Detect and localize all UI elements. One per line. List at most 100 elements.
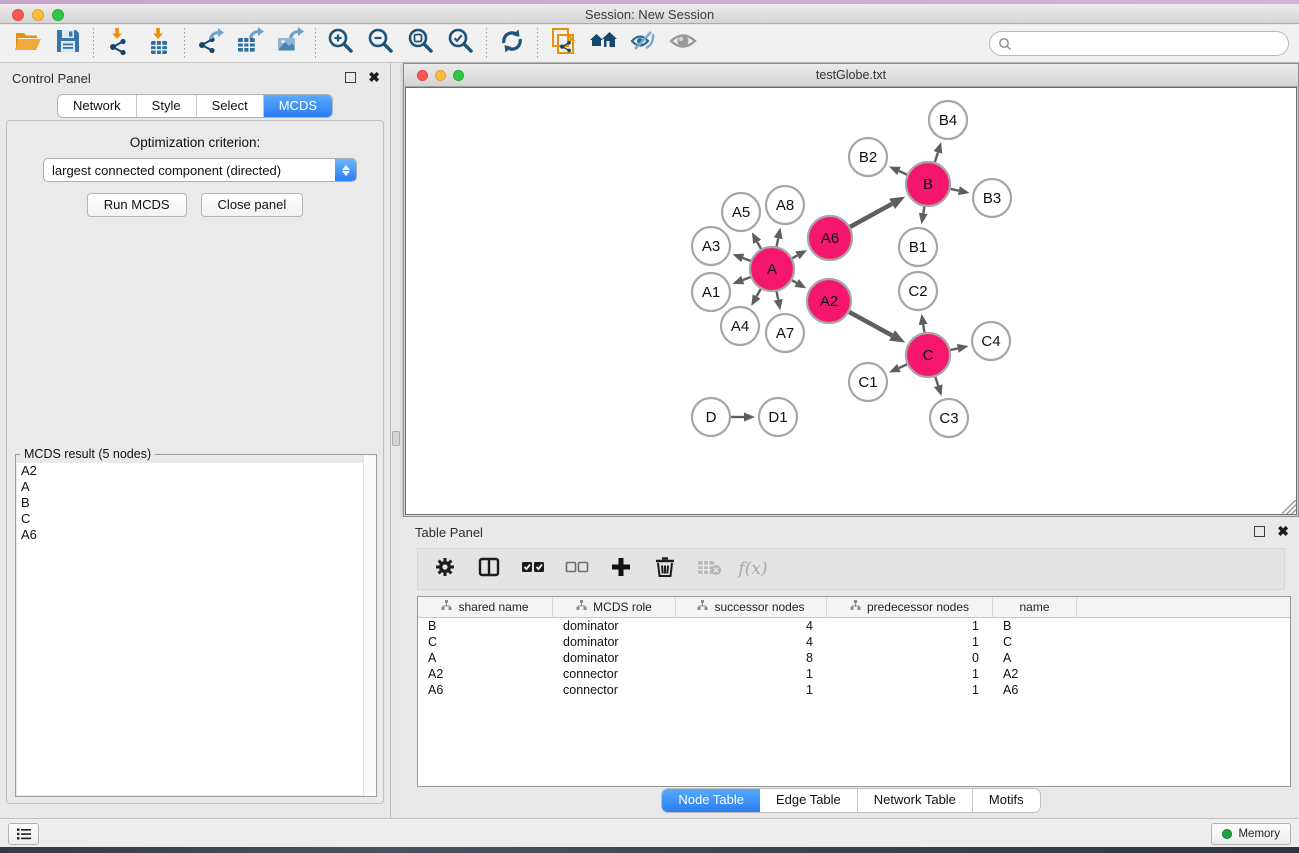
search-input[interactable] bbox=[1012, 34, 1288, 54]
hide-graphics-details-button[interactable] bbox=[623, 27, 663, 61]
table-cell[interactable]: A6 bbox=[418, 682, 553, 698]
deselect-all-button[interactable] bbox=[560, 552, 594, 586]
edge-B-B1[interactable] bbox=[923, 207, 924, 214]
graph-node-B3[interactable]: B3 bbox=[973, 179, 1011, 217]
edge-A-A4[interactable] bbox=[757, 289, 761, 296]
result-list-item[interactable]: B bbox=[17, 495, 375, 511]
float-table-panel-icon[interactable] bbox=[1254, 526, 1265, 537]
graph-node-B4[interactable]: B4 bbox=[929, 101, 967, 139]
column-header-name[interactable]: name bbox=[993, 597, 1077, 617]
tab-network[interactable]: Network bbox=[58, 95, 137, 117]
edge-C-C4[interactable] bbox=[951, 348, 958, 350]
graph-node-A1[interactable]: A1 bbox=[692, 273, 730, 311]
edge-A-A6[interactable] bbox=[792, 255, 797, 258]
graph-node-C3[interactable]: C3 bbox=[930, 399, 968, 437]
window-resize-grip[interactable] bbox=[1282, 500, 1297, 515]
search-box[interactable] bbox=[989, 31, 1289, 56]
import-network-button[interactable] bbox=[99, 27, 139, 61]
graph-node-B[interactable]: B bbox=[906, 162, 950, 206]
table-cell[interactable]: C bbox=[993, 634, 1077, 650]
table-row[interactable]: A6connector11A6 bbox=[418, 682, 1290, 698]
table-cell[interactable]: 1 bbox=[676, 666, 827, 682]
node-table[interactable]: shared nameMCDS rolesuccessor nodesprede… bbox=[417, 596, 1291, 787]
table-cell[interactable]: 1 bbox=[827, 634, 993, 650]
zoom-selected-button[interactable] bbox=[441, 27, 481, 61]
float-panel-icon[interactable] bbox=[345, 72, 356, 83]
table-cell[interactable]: dominator bbox=[553, 618, 676, 634]
zoom-out-button[interactable] bbox=[361, 27, 401, 61]
tab-select[interactable]: Select bbox=[197, 95, 264, 117]
graph-node-B2[interactable]: B2 bbox=[849, 138, 887, 176]
tab-network-table[interactable]: Network Table bbox=[858, 789, 973, 812]
close-table-panel-icon[interactable]: ✖ bbox=[1277, 526, 1289, 537]
graph-node-A3[interactable]: A3 bbox=[692, 227, 730, 265]
run-mcds-button[interactable]: Run MCDS bbox=[87, 193, 187, 217]
table-cell[interactable]: 0 bbox=[827, 650, 993, 666]
result-list-scrollbar[interactable] bbox=[363, 455, 376, 796]
table-cell[interactable]: 1 bbox=[827, 682, 993, 698]
table-settings-button[interactable] bbox=[428, 552, 462, 586]
table-cell[interactable]: A bbox=[993, 650, 1077, 666]
edge-A-A3[interactable] bbox=[743, 258, 751, 261]
refresh-layout-button[interactable] bbox=[492, 27, 532, 61]
edge-A6-B[interactable] bbox=[850, 204, 892, 227]
table-cell[interactable]: A bbox=[418, 650, 553, 666]
table-cell[interactable]: B bbox=[418, 618, 553, 634]
export-image-button[interactable] bbox=[270, 27, 310, 61]
edge-A-A5[interactable] bbox=[757, 242, 761, 249]
graph-node-A6[interactable]: A6 bbox=[808, 216, 852, 260]
table-cell[interactable]: connector bbox=[553, 682, 676, 698]
select-all-button[interactable] bbox=[516, 552, 550, 586]
table-row[interactable]: Adominator80A bbox=[418, 650, 1290, 666]
memory-button[interactable]: Memory bbox=[1211, 823, 1291, 845]
import-table-button[interactable] bbox=[139, 27, 179, 61]
graph-node-B1[interactable]: B1 bbox=[899, 228, 937, 266]
edge-A2-C[interactable] bbox=[849, 312, 892, 335]
table-cell[interactable]: B bbox=[993, 618, 1077, 634]
tab-motifs[interactable]: Motifs bbox=[973, 789, 1040, 812]
table-cell[interactable]: C bbox=[418, 634, 553, 650]
table-row[interactable]: Cdominator41C bbox=[418, 634, 1290, 650]
table-cell[interactable]: 1 bbox=[827, 666, 993, 682]
table-row[interactable]: A2connector11A2 bbox=[418, 666, 1290, 682]
tab-node-table[interactable]: Node Table bbox=[662, 789, 760, 812]
table-cell[interactable]: A6 bbox=[993, 682, 1077, 698]
network-canvas[interactable]: B4 B2 B B3 A8 A5 A6 A3 B1 A C2 A1 A2 bbox=[405, 87, 1297, 515]
tab-edge-table[interactable]: Edge Table bbox=[760, 789, 858, 812]
graph-node-C2[interactable]: C2 bbox=[899, 272, 937, 310]
table-cell[interactable]: A2 bbox=[993, 666, 1077, 682]
column-header-MCDS-role[interactable]: MCDS role bbox=[553, 597, 676, 617]
vertical-split-handle[interactable] bbox=[392, 431, 400, 446]
result-list-item[interactable]: A2 bbox=[17, 463, 375, 479]
result-list-item[interactable]: C bbox=[17, 511, 375, 527]
edge-B-B2[interactable] bbox=[899, 171, 907, 175]
split-view-button[interactable] bbox=[472, 552, 506, 586]
result-list-item[interactable]: A bbox=[17, 479, 375, 495]
column-header-shared-name[interactable]: shared name bbox=[418, 597, 553, 617]
network-view-window[interactable]: testGlobe.txt B4 B2 B B3 A8 A5 A6 A3 B1 bbox=[403, 63, 1299, 517]
first-neighbors-button[interactable] bbox=[583, 27, 623, 61]
table-cell[interactable]: connector bbox=[553, 666, 676, 682]
network-graph[interactable]: B4 B2 B B3 A8 A5 A6 A3 B1 A C2 A1 A2 bbox=[406, 88, 1298, 516]
edge-A-A2[interactable] bbox=[792, 280, 797, 283]
edge-B-B3[interactable] bbox=[951, 189, 959, 191]
column-header-predecessor-nodes[interactable]: predecessor nodes bbox=[827, 597, 993, 617]
mcds-result-list[interactable]: A2ABCA6 bbox=[17, 463, 375, 795]
zoom-fit-button[interactable] bbox=[401, 27, 441, 61]
save-session-button[interactable] bbox=[48, 27, 88, 61]
dropdown-stepper-icon[interactable] bbox=[335, 159, 356, 181]
graph-node-A8[interactable]: A8 bbox=[766, 186, 804, 224]
graph-node-A5[interactable]: A5 bbox=[722, 193, 760, 231]
table-cell[interactable]: dominator bbox=[553, 650, 676, 666]
table-cell[interactable]: dominator bbox=[553, 634, 676, 650]
main-titlebar[interactable]: Session: New Session bbox=[0, 4, 1299, 24]
edge-B-B4[interactable] bbox=[935, 153, 938, 163]
zoom-in-button[interactable] bbox=[321, 27, 361, 61]
edge-C-C2[interactable] bbox=[923, 325, 924, 333]
table-cell[interactable]: 1 bbox=[827, 618, 993, 634]
table-cell[interactable]: 8 bbox=[676, 650, 827, 666]
graph-node-D1[interactable]: D1 bbox=[759, 398, 797, 436]
tab-mcds[interactable]: MCDS bbox=[264, 95, 332, 117]
graph-node-C1[interactable]: C1 bbox=[849, 363, 887, 401]
new-network-from-selection-button[interactable] bbox=[543, 27, 583, 61]
